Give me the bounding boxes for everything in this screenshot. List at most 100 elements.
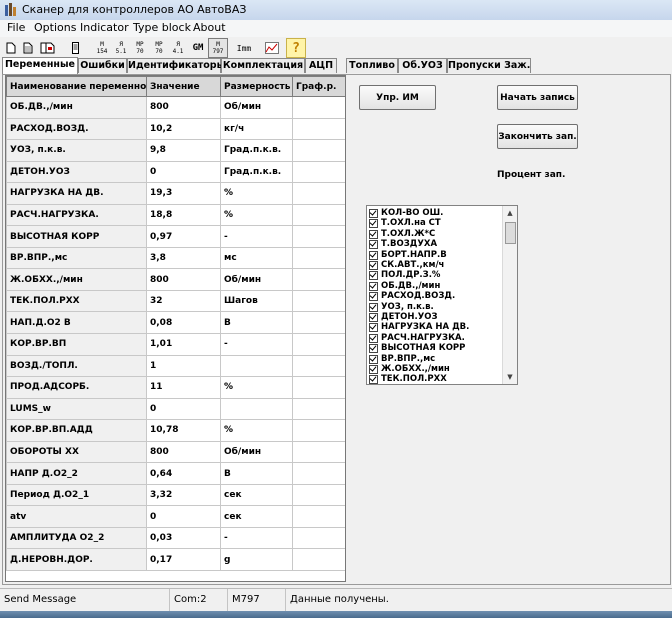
table-row[interactable]: АМПЛИТУДА О2_2 0,03-: [6, 526, 345, 550]
open-icon[interactable]: [20, 38, 36, 58]
checkbox-checked-icon[interactable]: [369, 365, 378, 374]
table-row[interactable]: РАСЧ.НАГРУЗКА. 18,8%: [6, 203, 345, 227]
variables-grid[interactable]: Наименование переменной Значение Размерн…: [5, 75, 346, 582]
scroll-thumb[interactable]: [505, 222, 516, 244]
tab-fuel[interactable]: Топливо: [346, 58, 398, 73]
table-row[interactable]: ВР.ВПР.,мс 3,8 мс: [6, 246, 345, 270]
table-row[interactable]: ДЕТОН.УОЗ 0 Град.п.к.в.: [6, 160, 345, 184]
new-icon[interactable]: [3, 38, 19, 58]
menu-type-block[interactable]: Type block: [131, 21, 193, 34]
imm-button[interactable]: Imm: [234, 38, 254, 58]
table-row[interactable]: atv 0 сек: [6, 505, 345, 528]
checkbox-checked-icon[interactable]: [369, 240, 378, 250]
checkbox-checked-icon[interactable]: [369, 271, 378, 281]
table-row[interactable]: НАПР Д.О2_2 0,64 В: [6, 462, 345, 485]
table-row[interactable]: НАП.Д.О2 В 0,08 В: [6, 311, 345, 335]
checkbox-checked-icon[interactable]: [369, 313, 378, 322]
table-row[interactable]: ВЫСОТНАЯ КОРР 0,97-: [6, 225, 345, 248]
checklist-item[interactable]: ВЫСОТНАЯ КОРР: [369, 343, 465, 354]
upr-im-button[interactable]: Упр. ИМ: [359, 85, 436, 110]
checklist-item[interactable]: КОЛ-ВО ОШ.: [369, 208, 443, 219]
tab-misfires[interactable]: Пропуски Заж.: [447, 58, 531, 73]
checklist-item[interactable]: Т.ОХЛ.Ж*С: [369, 229, 435, 240]
checklist-item[interactable]: НАГРУЗКА НА ДВ.: [369, 322, 469, 333]
checklist-item[interactable]: Т.ВОЗДУХА: [369, 239, 437, 250]
stop-record-button[interactable]: Закончить зап.: [497, 124, 578, 149]
cell-name: Д.НЕРОВН.ДОР.: [6, 548, 147, 572]
checklist-item[interactable]: УОЗ, п.к.в.: [369, 302, 434, 313]
scroll-down-icon[interactable]: ▼: [503, 370, 517, 384]
checklist-item[interactable]: ПОЛ.ДР.З.%: [369, 270, 440, 281]
tab-adc[interactable]: АЦП: [305, 58, 337, 73]
table-row[interactable]: ПРОД.АДСОРБ. 11%: [6, 376, 345, 399]
checklist-item[interactable]: РАСЧ.НАГРУЗКА.: [369, 333, 465, 344]
m797-button[interactable]: M 797: [208, 38, 228, 58]
scroll-up-icon[interactable]: ▲: [503, 206, 517, 220]
device-icon[interactable]: [68, 38, 82, 58]
checkbox-checked-icon[interactable]: [369, 250, 378, 260]
checkbox-checked-icon[interactable]: [369, 281, 378, 291]
checklist-scrollbar[interactable]: ▲ ▼: [502, 206, 517, 384]
menu-indicator[interactable]: Indicator: [78, 21, 131, 34]
checkbox-checked-icon[interactable]: [369, 261, 378, 270]
checkbox-checked-icon[interactable]: [369, 333, 378, 343]
col-header-unit[interactable]: Размерность: [220, 76, 293, 97]
menu-options[interactable]: Options: [32, 21, 78, 34]
table-row[interactable]: НАГРУЗКА НА ДВ. 19,3%: [6, 182, 345, 205]
cell-name: ВОЗД./ТОПЛ.: [6, 354, 147, 378]
checklist-item[interactable]: РАСХОД.ВОЗД.: [369, 291, 455, 302]
table-row[interactable]: LUMS_w 0: [6, 397, 345, 421]
tab-identifiers[interactable]: Идентификаторы: [127, 58, 225, 73]
start-record-button[interactable]: Начать запись: [497, 85, 578, 110]
table-row[interactable]: РАСХОД.ВОЗД. 10,2 кг/ч: [6, 117, 345, 141]
col-header-graph[interactable]: Граф.р.: [292, 76, 345, 97]
table-row[interactable]: КОР.ВР.ВП 1,01-: [6, 333, 345, 356]
checklist-item[interactable]: ВР.ВПР.,мс: [369, 354, 435, 365]
tab-ignition-timing[interactable]: Об.УОЗ: [398, 58, 447, 73]
table-row[interactable]: Период Д.О2_1 3,32 сек: [6, 483, 345, 507]
graph-variables-checklist[interactable]: КОЛ-ВО ОШ. Т.ОХЛ.на СТ Т.ОХЛ.Ж*С Т.ВОЗДУХА Б…: [366, 205, 518, 385]
checkbox-checked-icon[interactable]: [369, 292, 378, 302]
table-row[interactable]: ВОЗД./ТОПЛ. 1: [6, 354, 345, 378]
save-icon[interactable]: [37, 38, 57, 58]
tab-errors[interactable]: Ошибки: [78, 58, 127, 73]
checkbox-checked-icon[interactable]: [369, 229, 378, 239]
col-header-value[interactable]: Значение: [146, 76, 221, 97]
checkbox-checked-icon[interactable]: [369, 219, 378, 229]
tab-configuration[interactable]: Комплектация: [221, 58, 305, 73]
mp70-button[interactable]: MP 70: [131, 38, 149, 58]
ya51-button[interactable]: Я 5.1: [112, 38, 130, 58]
table-row[interactable]: Д.НЕРОВН.ДОР. 0,17 g: [6, 548, 345, 572]
checkbox-checked-icon[interactable]: [369, 209, 378, 218]
checklist-item[interactable]: Ж.ОБХХ.,/мин: [369, 364, 450, 375]
table-row[interactable]: ОБ.ДВ.,/мин 800 Об/мин: [6, 96, 345, 119]
help-icon[interactable]: ?: [286, 38, 306, 58]
ya41-button[interactable]: Я 4.1: [169, 38, 187, 58]
checkbox-checked-icon[interactable]: [369, 344, 378, 354]
checkbox-checked-icon[interactable]: [369, 375, 378, 384]
mp70b-button[interactable]: MP 70: [150, 38, 168, 58]
table-row[interactable]: УОЗ, п.к.в. 9,8 Град.п.к.в.: [6, 139, 345, 162]
menu-about[interactable]: About: [191, 21, 228, 34]
m154-button[interactable]: M 154: [93, 38, 111, 58]
checklist-item[interactable]: Т.ОХЛ.на СТ: [369, 218, 441, 229]
checklist-item[interactable]: БОРТ.НАПР.В: [369, 250, 447, 261]
table-row[interactable]: Ж.ОБХХ.,/мин 800 Об/мин: [6, 268, 345, 291]
table-row[interactable]: КОР.ВР.ВП.АДД 10,78%: [6, 419, 345, 442]
col-header-name[interactable]: Наименование переменной: [6, 76, 147, 97]
cell-name: АМПЛИТУДА О2_2: [6, 526, 147, 550]
chart-icon[interactable]: [262, 38, 282, 58]
checklist-item[interactable]: СК.АВТ.,км/ч: [369, 260, 444, 271]
tab-variables[interactable]: Переменные: [2, 57, 78, 74]
cell-unit: %: [220, 419, 293, 442]
checkbox-checked-icon[interactable]: [369, 302, 378, 312]
table-row[interactable]: ОБОРОТЫ ХХ 800 Об/мин: [6, 440, 345, 464]
menu-file[interactable]: File: [5, 21, 27, 34]
checkbox-checked-icon[interactable]: [369, 354, 378, 364]
checklist-item[interactable]: ДЕТОН.УОЗ: [369, 312, 438, 323]
checklist-item[interactable]: ОБ.ДВ.,/мин: [369, 281, 440, 292]
gm-button[interactable]: GM: [188, 38, 208, 58]
table-row[interactable]: ТЕК.ПОЛ.РХХ 32 Шагов: [6, 289, 345, 313]
checklist-item[interactable]: ТЕК.ПОЛ.РХХ: [369, 374, 447, 384]
checkbox-checked-icon[interactable]: [369, 323, 378, 333]
